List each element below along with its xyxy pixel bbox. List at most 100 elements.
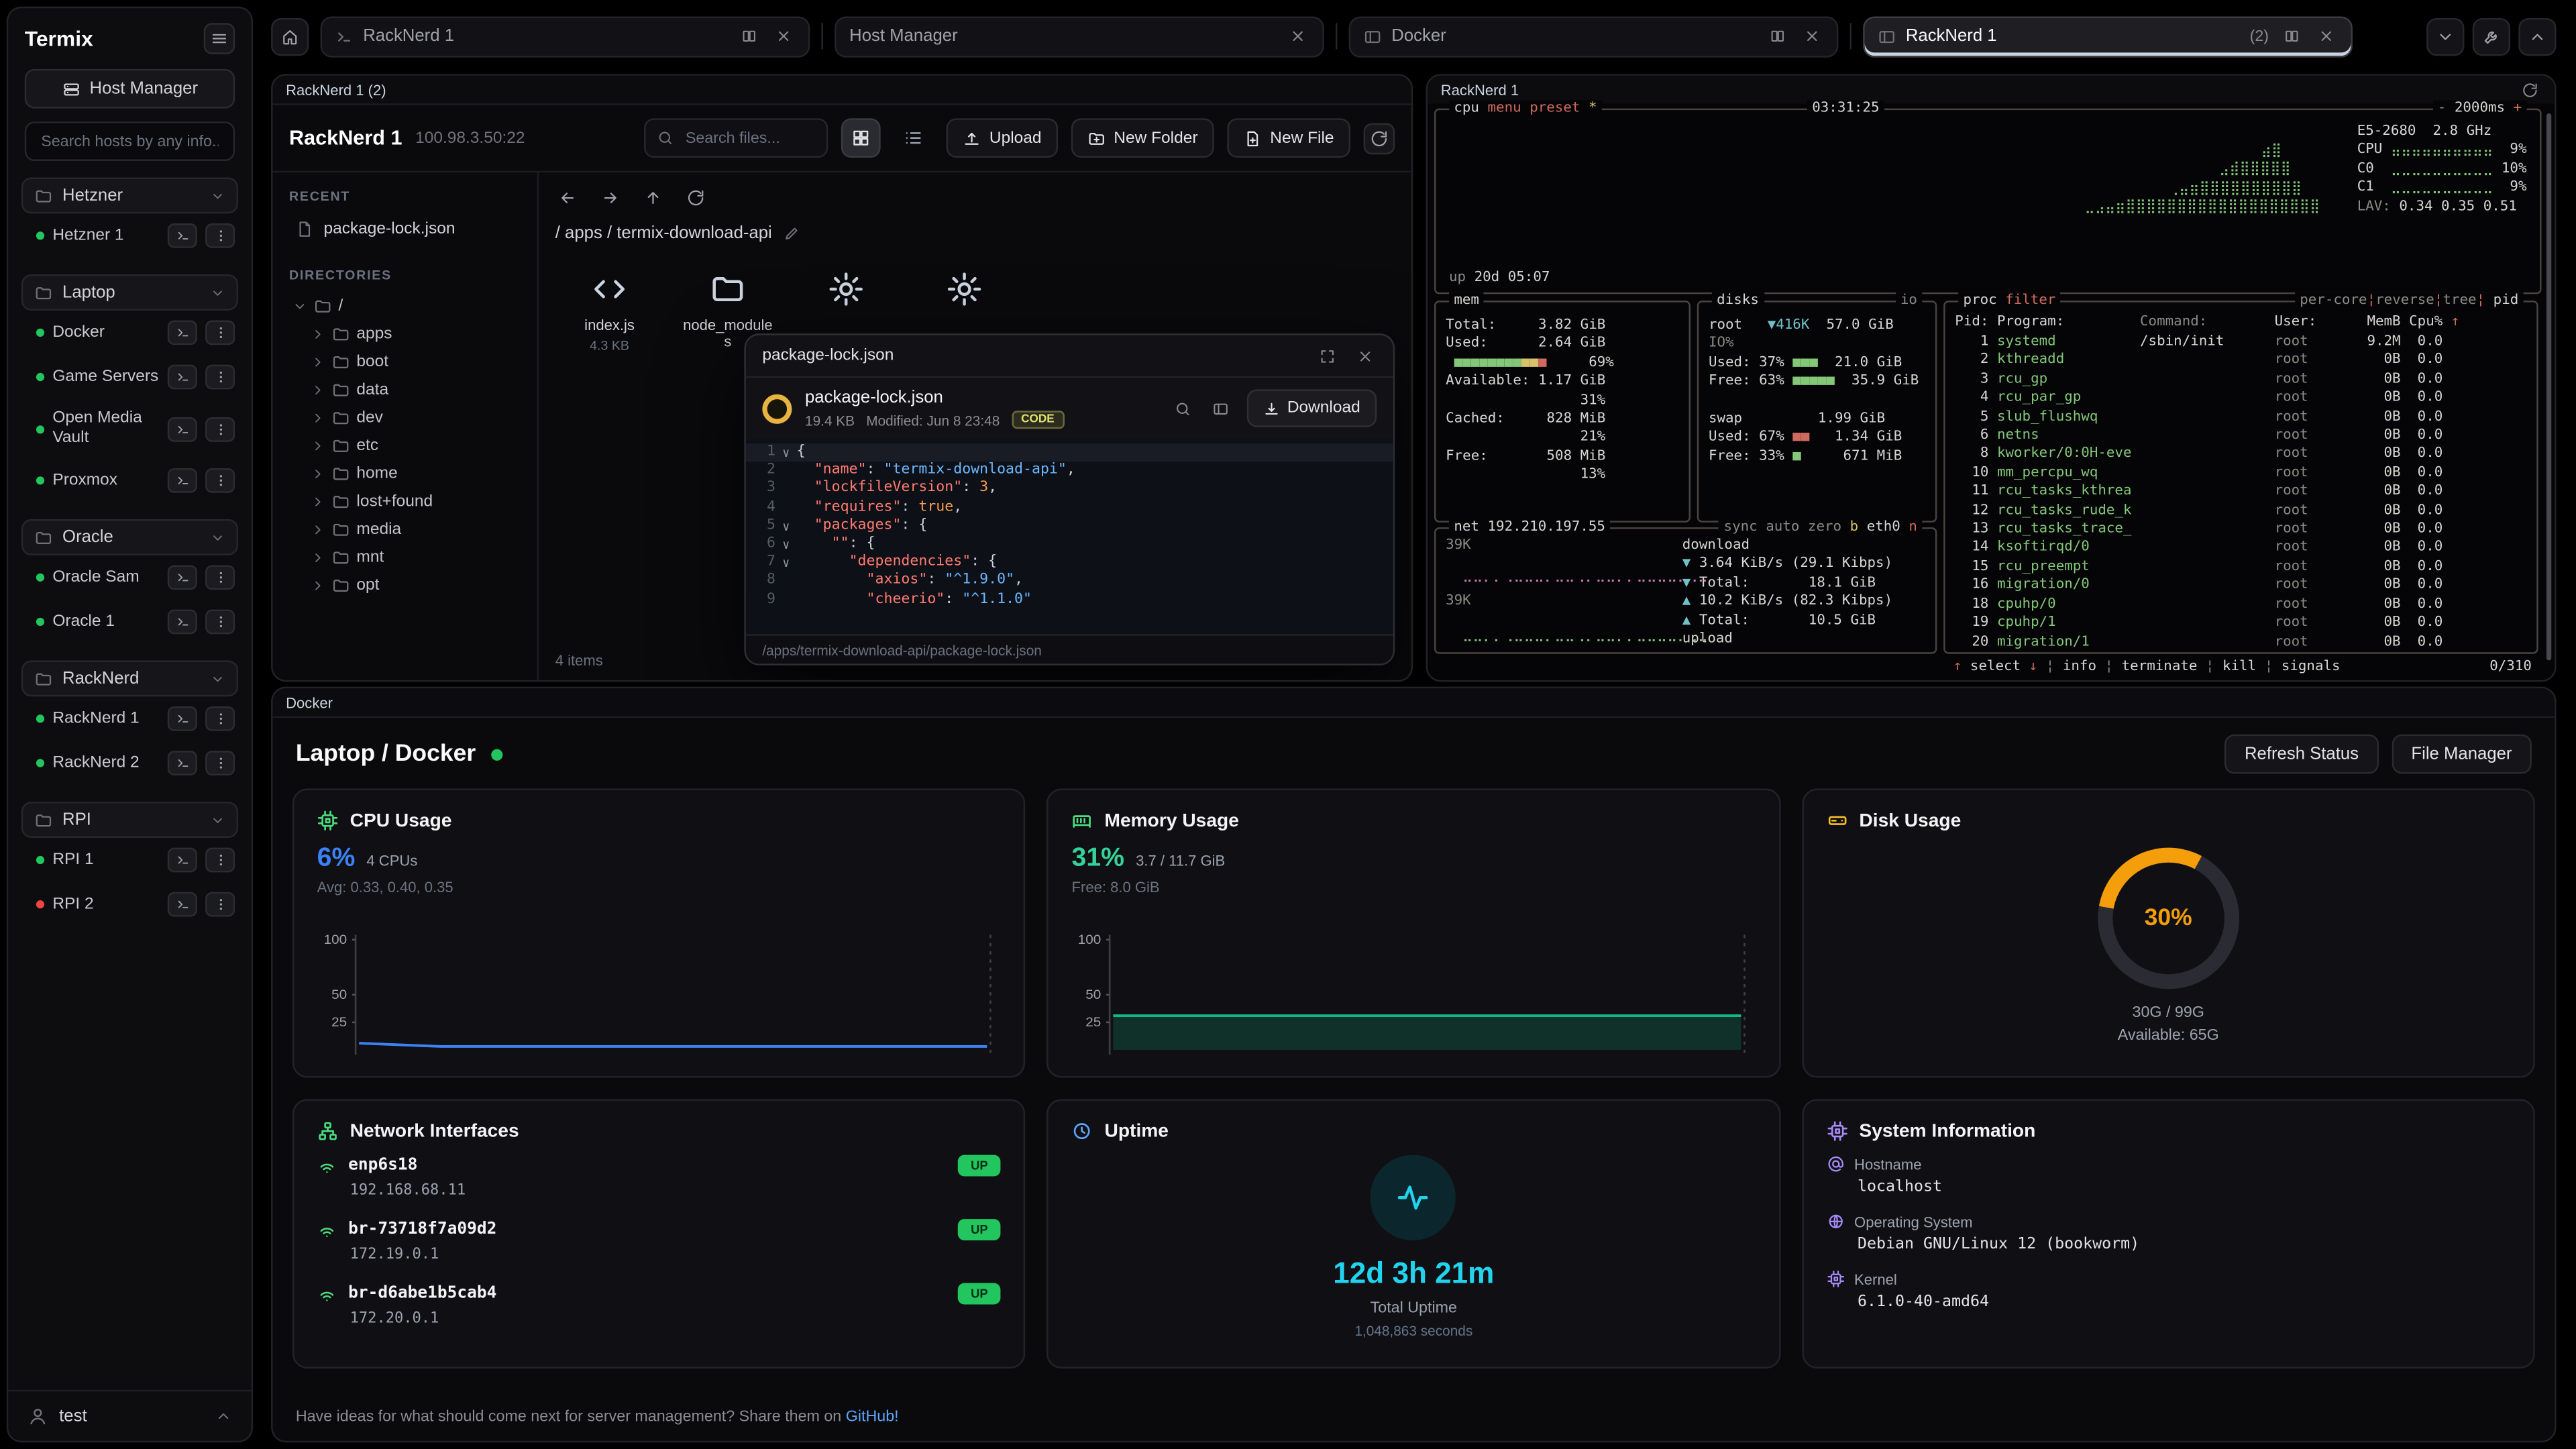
back-button[interactable]	[555, 186, 580, 211]
host-menu-button[interactable]	[205, 321, 235, 345]
host-menu-button[interactable]	[205, 848, 235, 873]
code-preview[interactable]: 1∨{2 "name": "termix-download-api",3 "lo…	[746, 439, 1393, 634]
folder-icon	[314, 297, 332, 315]
host-menu-button[interactable]	[205, 706, 235, 731]
split-tab-button[interactable]	[1764, 24, 1789, 49]
maximize-dialog-button[interactable]	[1314, 343, 1339, 368]
home-tab-button[interactable]	[271, 17, 309, 55]
new-folder-button[interactable]: New Folder	[1071, 118, 1214, 158]
host-menu-button[interactable]	[205, 892, 235, 917]
memory-percent: 31%	[1072, 845, 1124, 874]
group-header-hetzner[interactable]: Hetzner	[21, 177, 238, 213]
reload-directory-button[interactable]	[684, 186, 708, 211]
connect-terminal-button[interactable]	[168, 706, 197, 731]
host-menu-button[interactable]	[205, 565, 235, 590]
close-dialog-button[interactable]	[1352, 343, 1377, 368]
tree-dir-home[interactable]: home	[286, 460, 524, 488]
group-header-racknerd[interactable]: RackNerd	[21, 660, 238, 696]
github-link[interactable]: GitHub!	[846, 1408, 899, 1426]
toggle-view-button[interactable]	[1208, 396, 1233, 421]
tree-dir-etc[interactable]: etc	[286, 432, 524, 460]
connect-terminal-button[interactable]	[168, 565, 197, 590]
tools-button[interactable]	[2473, 17, 2510, 55]
group-header-laptop[interactable]: Laptop	[21, 274, 238, 311]
cpu-percent: 6%	[317, 845, 356, 874]
sidebar-host-proxmox[interactable]: Proxmox	[21, 458, 238, 502]
tree-dir-dev[interactable]: dev	[286, 404, 524, 432]
host-manager-button[interactable]: Host Manager	[25, 69, 235, 109]
breadcrumb[interactable]: / apps / termix-download-api	[539, 213, 1411, 253]
connect-terminal-button[interactable]	[168, 848, 197, 873]
sidebar-host-rpi-1[interactable]: RPI 1	[21, 838, 238, 882]
connect-terminal-button[interactable]	[168, 321, 197, 345]
sidebar-host-open-media-vault[interactable]: Open Media Vault	[21, 399, 238, 458]
download-button[interactable]: Download	[1246, 389, 1377, 427]
tree-dir-lost-found[interactable]: lost+found	[286, 488, 524, 516]
sidebar-host-hetzner-1[interactable]: Hetzner 1	[21, 213, 238, 258]
refresh-status-button[interactable]: Refresh Status	[2225, 735, 2379, 774]
split-tab-button[interactable]	[736, 24, 761, 49]
sidebar-host-racknerd-1[interactable]: RackNerd 1	[21, 696, 238, 741]
tab-host-manager[interactable]: Host Manager	[835, 15, 1324, 56]
close-tab-button[interactable]	[1285, 24, 1309, 49]
connect-terminal-button[interactable]	[168, 223, 197, 248]
connect-terminal-button[interactable]	[168, 892, 197, 917]
host-menu-button[interactable]	[205, 223, 235, 248]
forward-button[interactable]	[598, 186, 623, 211]
tree-dir-data[interactable]: data	[286, 376, 524, 405]
connect-terminal-button[interactable]	[168, 610, 197, 635]
connect-terminal-button[interactable]	[168, 417, 197, 441]
tree-dir-opt[interactable]: opt	[286, 572, 524, 600]
sidebar-menu-button[interactable]	[204, 23, 235, 54]
tree-root[interactable]: /	[286, 292, 524, 321]
user-menu[interactable]: test	[8, 1390, 251, 1441]
tree-dir-mnt[interactable]: mnt	[286, 544, 524, 572]
host-search-input[interactable]	[38, 131, 221, 152]
sidebar-host-oracle-sam[interactable]: Oracle Sam	[21, 555, 238, 600]
reconnect-button[interactable]	[2517, 77, 2542, 102]
tree-dir-media[interactable]: media	[286, 516, 524, 544]
sidebar-host-rpi-2[interactable]: RPI 2	[21, 882, 238, 926]
connect-terminal-button[interactable]	[168, 751, 197, 775]
host-menu-button[interactable]	[205, 468, 235, 493]
sidebar-host-docker[interactable]: Docker	[21, 311, 238, 355]
group-header-oracle[interactable]: Oracle	[21, 519, 238, 555]
refresh-files-button[interactable]	[1364, 122, 1395, 154]
file-manager-button[interactable]: File Manager	[2392, 735, 2532, 774]
list-view-button[interactable]	[894, 118, 934, 158]
tree-dir-apps[interactable]: apps	[286, 321, 524, 349]
connect-terminal-button[interactable]	[168, 365, 197, 390]
tab-racknerd-1[interactable]: RackNerd 1	[321, 15, 810, 56]
host-menu-button[interactable]	[205, 610, 235, 635]
sidebar-host-racknerd-2[interactable]: RackNerd 2	[21, 741, 238, 785]
search-in-file-button[interactable]	[1171, 396, 1195, 421]
grid-view-button[interactable]	[841, 118, 881, 158]
svg-text:50: 50	[1086, 987, 1102, 1002]
split-tab-button[interactable]	[2279, 24, 2304, 49]
group-header-rpi[interactable]: RPI	[21, 802, 238, 838]
sidebar-host-game-servers[interactable]: Game Servers	[21, 355, 238, 399]
file-index-js[interactable]: index.js4.3 KB	[559, 266, 661, 354]
close-tab-button[interactable]	[1799, 24, 1824, 49]
up-directory-button[interactable]	[641, 186, 665, 211]
file-search-input[interactable]	[682, 127, 815, 149]
tabs-collapse-button[interactable]	[2518, 17, 2556, 55]
new-file-button[interactable]: New File	[1228, 118, 1350, 158]
tree-dir-boot[interactable]: boot	[286, 348, 524, 376]
connect-terminal-button[interactable]	[168, 468, 197, 493]
host-menu-button[interactable]	[205, 365, 235, 390]
upload-button[interactable]: Upload	[947, 118, 1058, 158]
tabs-dropdown-button[interactable]	[2426, 17, 2464, 55]
host-menu-button[interactable]	[205, 751, 235, 775]
terminal-scrollbar[interactable]	[2546, 113, 2551, 661]
terminal-screen[interactable]: cpu menu preset * 03:31:25 - 2000ms + ⣴⣿	[1428, 103, 2555, 680]
recent-file-package-lock-json[interactable]: package-lock.json	[286, 213, 524, 245]
sidebar-host-oracle-1[interactable]: Oracle 1	[21, 600, 238, 644]
tab-docker[interactable]: Docker	[1349, 15, 1839, 56]
host-menu-button[interactable]	[205, 417, 235, 441]
close-tab-button[interactable]	[2313, 24, 2338, 49]
edit-path-icon[interactable]	[784, 225, 800, 241]
close-tab-button[interactable]	[771, 24, 796, 49]
tab-racknerd-1-2[interactable]: RackNerd 1(2)	[1863, 15, 2353, 56]
chevron-right-icon	[311, 550, 325, 565]
